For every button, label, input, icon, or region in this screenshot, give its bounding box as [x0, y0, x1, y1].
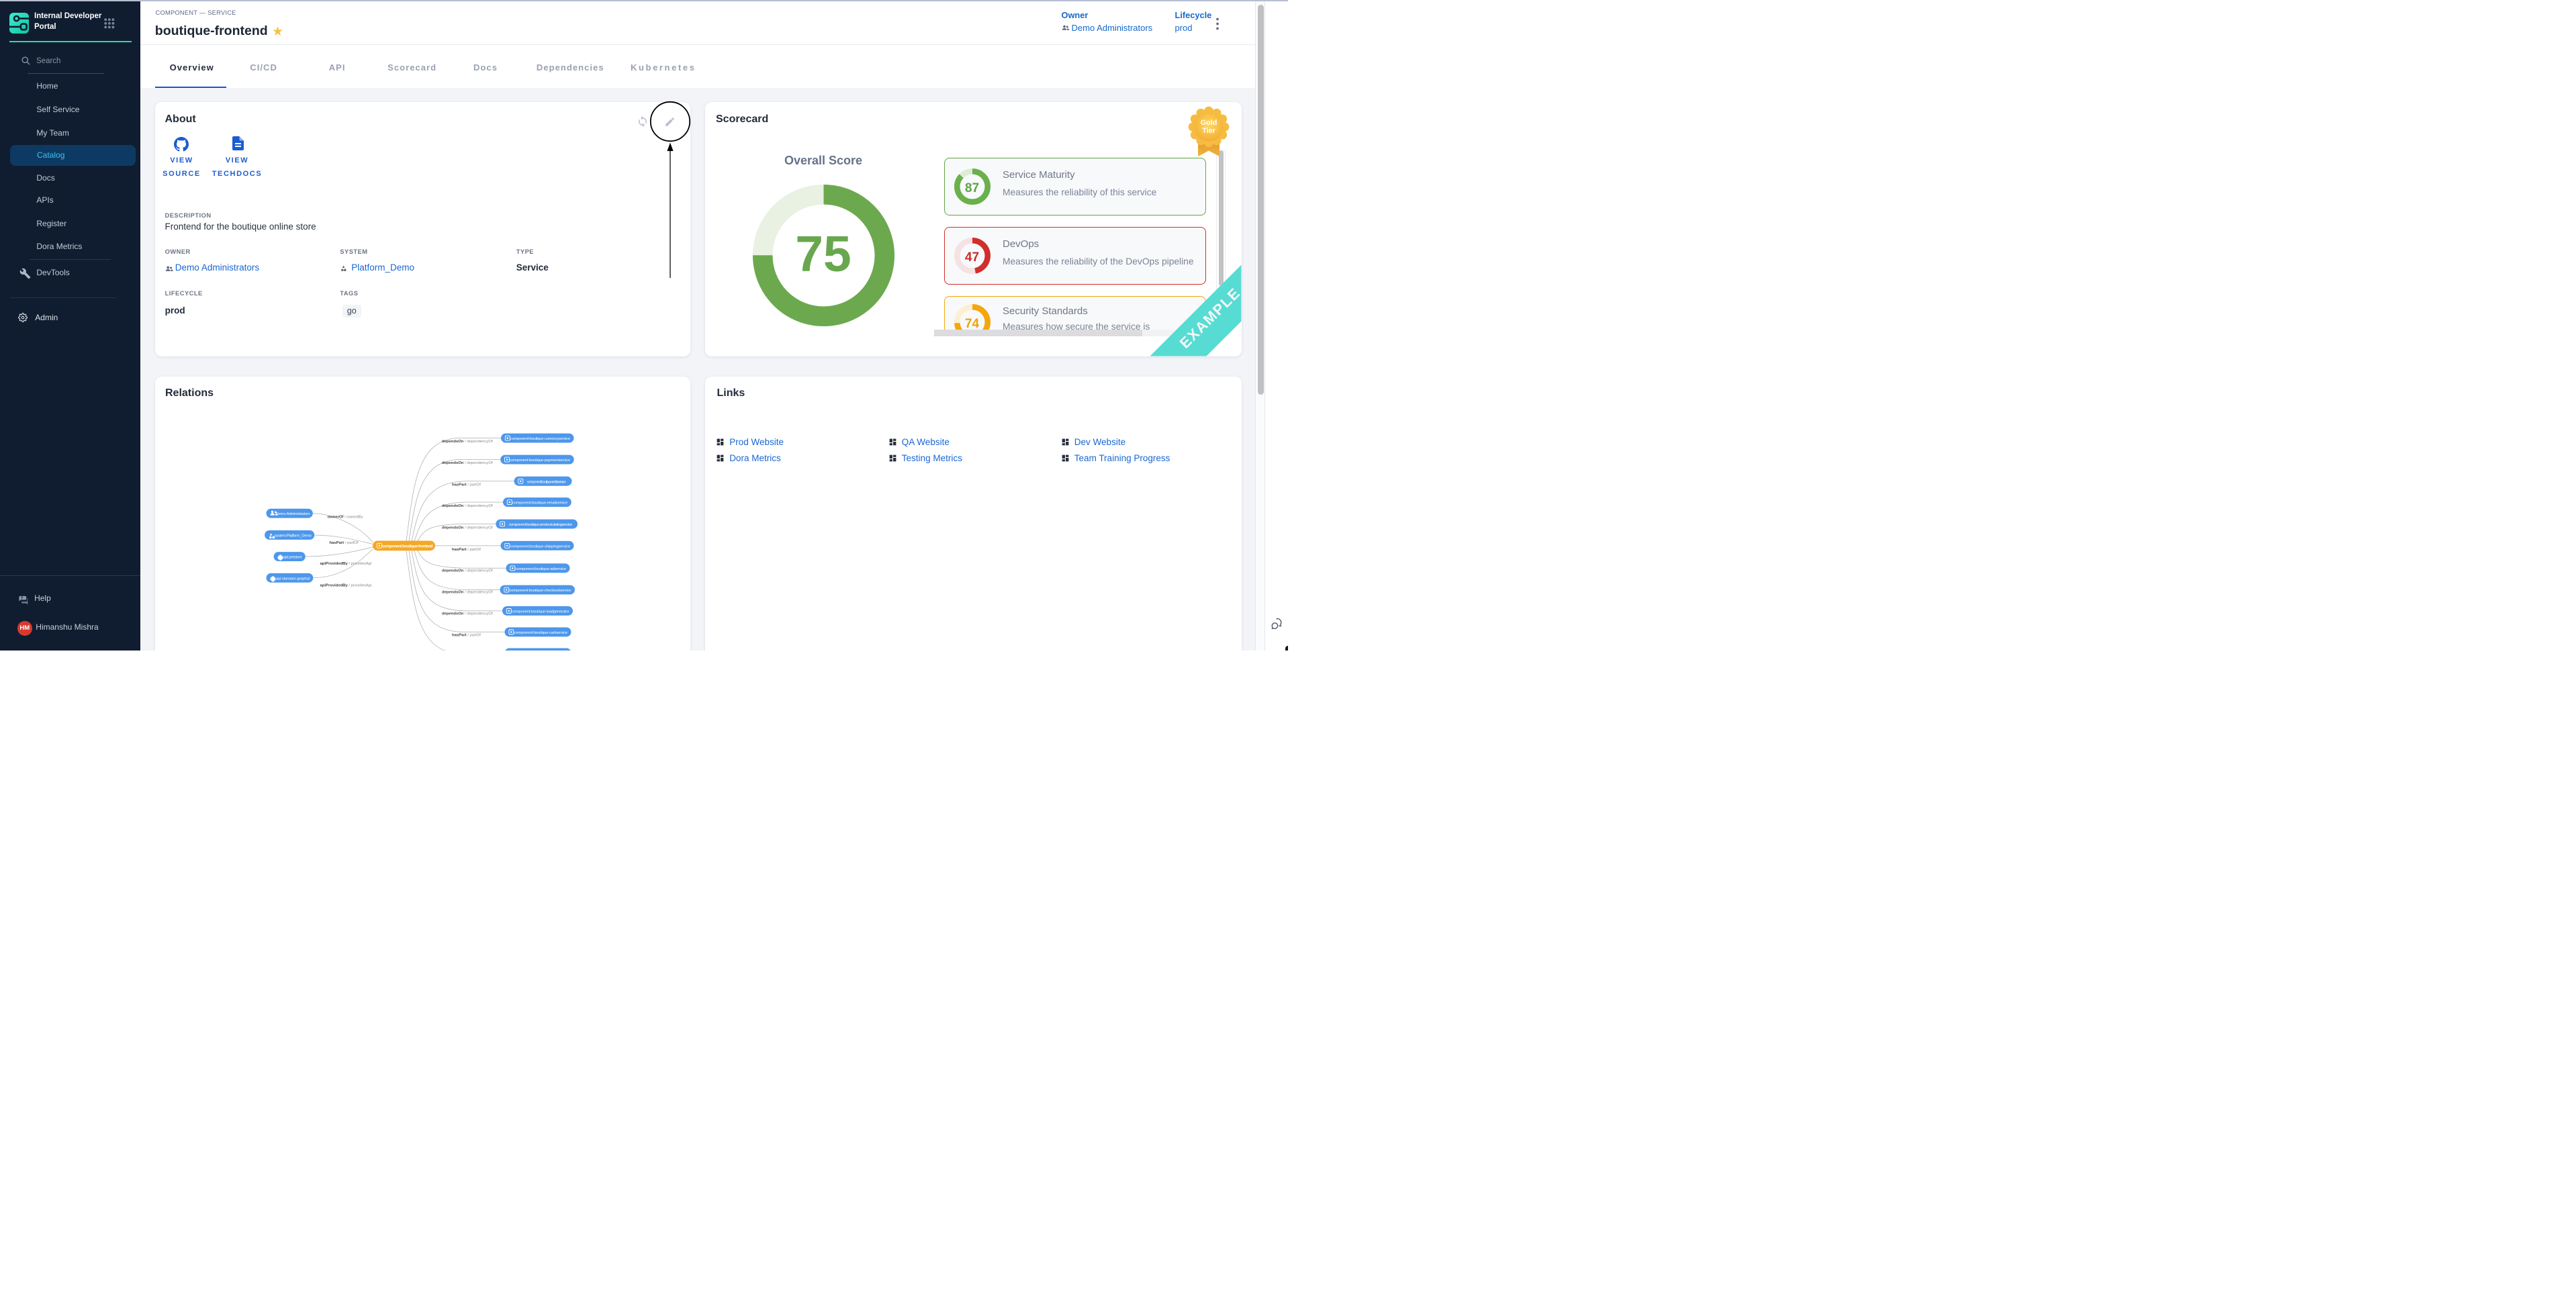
- svg-text:dependsOn / dependencyOf: dependsOn / dependencyOf: [442, 461, 493, 465]
- svg-text:api:starwars-graphql: api:starwars-graphql: [276, 577, 310, 581]
- svg-text:component:boutique-cartservice: component:boutique-cartservice: [514, 631, 567, 635]
- svg-text:component:boutique-productcata: component:boutique-productcatalogservice: [508, 523, 572, 527]
- svg-text:?: ?: [21, 597, 24, 601]
- svg-text:hasPart / partOf: hasPart / partOf: [452, 548, 481, 552]
- svg-text:component:boutique-shippingser: component:boutique-shippingservice: [510, 544, 570, 548]
- svg-text:ownerOf / ownedBy: ownerOf / ownedBy: [327, 516, 363, 520]
- svg-text:dependsOn / dependencyOf: dependsOn / dependencyOf: [442, 612, 493, 616]
- svg-text:api:petstore: api:petstore: [283, 556, 302, 560]
- svg-text:component:boutique-adservice: component:boutique-adservice: [515, 567, 566, 571]
- svg-text:component:boutique-loadgenerat: component:boutique-loadgenerator: [512, 610, 569, 614]
- svg-text:hasPart / partOf: hasPart / partOf: [452, 483, 481, 487]
- svg-text:hasPart / partOf: hasPart / partOf: [452, 634, 481, 638]
- svg-text:component:boutique-currencyser: component:boutique-currencyservice: [510, 437, 570, 441]
- svg-text:system:Platform_Demo: system:Platform_Demo: [274, 534, 311, 538]
- svg-text:dependsOn / dependencyOf: dependsOn / dependencyOf: [442, 526, 493, 530]
- svg-text:Demo Administrators: Demo Administrators: [275, 512, 310, 516]
- svg-text:dependsOn / dependencyOf: dependsOn / dependencyOf: [442, 569, 493, 573]
- svg-text:component:boutique-frontend: component:boutique-frontend: [382, 545, 433, 549]
- svg-text:hasPart / partOf: hasPart / partOf: [329, 541, 358, 545]
- svg-text:component:boutique-paymentserv: component:boutique-paymentservice: [510, 459, 570, 463]
- svg-text:dependsOn / dependencyOf: dependsOn / dependencyOf: [442, 504, 493, 508]
- svg-text:dependsOn / dependencyOf: dependsOn / dependencyOf: [442, 440, 493, 444]
- svg-text:apiProvidedBy / providesApi: apiProvidedBy / providesApi: [320, 562, 371, 566]
- svg-text:component:boutique-checkoutser: component:boutique-checkoutservice: [509, 589, 571, 593]
- svg-text:dependsOn / dependencyOf: dependsOn / dependencyOf: [442, 591, 493, 595]
- svg-text:component:boutique-emailservic: component:boutique-emailservice: [512, 501, 567, 505]
- svg-text:component:boutique-redisservic: component:boutique-redisservice: [526, 480, 565, 484]
- svg-text:apiProvidedBy / providesApi: apiProvidedBy / providesApi: [320, 584, 371, 588]
